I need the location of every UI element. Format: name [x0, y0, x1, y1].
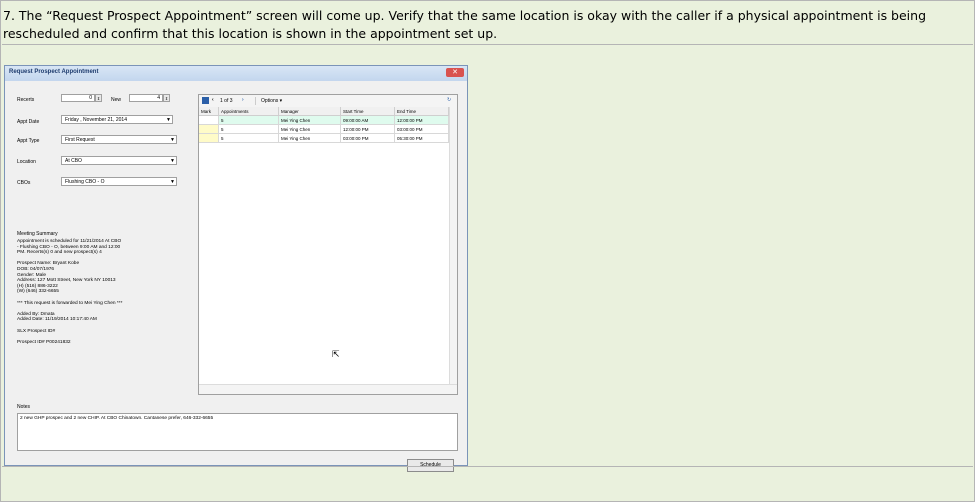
chevron-down-icon: ▼ [166, 117, 171, 123]
divider [2, 44, 973, 45]
meeting-summary-label: Meeting Summary [17, 231, 58, 237]
appt-type-label: Appt Type [17, 138, 40, 144]
chevron-down-icon: ▼ [170, 179, 175, 185]
table-cell[interactable]: 5 [219, 116, 279, 125]
cbos-select[interactable]: Flushing CBO - O ▼ [61, 177, 177, 186]
notes-textarea[interactable]: 2 new GHP prospec and 2 new CHIP. At CBO… [17, 413, 458, 451]
appt-date-label: Appt Date [17, 119, 40, 125]
window-client-area: Recerts 0 ⇕ New 4 ⇕ Appt Date Friday , N… [5, 81, 467, 472]
table-cell[interactable]: Mei Ying Chen [279, 116, 341, 125]
appointments-grid: ‹ 1 of 3 › Options ▾ ↻ Mark Appointments… [198, 94, 458, 395]
table-cell[interactable]: 03:00:00 PM [341, 134, 395, 143]
refresh-icon[interactable]: ↻ [447, 97, 451, 103]
instruction-line-2: rescheduled and confirm that this locati… [3, 26, 498, 41]
column-header-end-time[interactable]: End Time [395, 107, 449, 116]
table-cell[interactable]: 12:00:00 PM [341, 125, 395, 134]
close-button[interactable]: ✕ [446, 68, 464, 77]
row-mark-checkbox[interactable] [199, 125, 219, 134]
new-label: New [111, 97, 122, 103]
grid-toolbar: ‹ 1 of 3 › Options ▾ ↻ [199, 95, 457, 107]
chevron-down-icon: ▼ [170, 137, 175, 143]
table-cell[interactable]: 03:00:00 PM [395, 125, 449, 134]
table-cell[interactable]: 05:30:00 PM [395, 134, 449, 143]
table-cell[interactable]: 12:00:00 PM [395, 116, 449, 125]
table-cell[interactable]: Mei Ying Chen [279, 134, 341, 143]
instruction-line-1: 7. The “Request Prospect Appointment” sc… [3, 8, 927, 23]
summary-line: Prospect ID# P00241832 [17, 339, 71, 345]
request-prospect-appointment-window: Request Prospect Appointment ✕ Recerts 0… [4, 65, 468, 472]
grid-vertical-scrollbar[interactable] [449, 107, 457, 384]
toolbar-divider [255, 97, 256, 105]
options-menu[interactable]: Options ▾ [261, 98, 282, 104]
window-titlebar: Request Prospect Appointment ✕ [5, 66, 467, 81]
new-spinner[interactable]: ⇕ [163, 94, 170, 102]
appt-date-picker[interactable]: Friday , November 21, 2014 ▼ [61, 115, 173, 124]
divider [2, 466, 973, 467]
cbos-label: CBOs [17, 180, 31, 186]
notes-label: Notes [17, 404, 31, 410]
cbos-value: Flushing CBO - O [65, 179, 105, 185]
appt-date-value: Friday , November 21, 2014 [65, 117, 127, 123]
save-icon[interactable] [202, 97, 209, 104]
mouse-pointer-icon: ⇱ [332, 349, 340, 359]
table-cell[interactable]: 5 [219, 134, 279, 143]
pager-text: 1 of 3 [220, 98, 233, 104]
window-title: Request Prospect Appointment [9, 69, 99, 75]
appt-type-select[interactable]: First Request ▼ [61, 135, 177, 144]
recerts-label: Recerts [17, 97, 35, 103]
recerts-input[interactable]: 0 [61, 94, 95, 102]
chevron-right-icon[interactable]: › [242, 97, 244, 103]
new-input[interactable]: 4 [129, 94, 163, 102]
appt-type-value: First Request [65, 137, 95, 143]
location-label: Location [17, 159, 36, 165]
meeting-summary-text: Appointment is scheduled for 11/21/2014 … [17, 239, 179, 404]
column-header-appointments[interactable]: Appointments [219, 107, 279, 116]
row-mark-checkbox[interactable] [199, 116, 219, 125]
table-cell[interactable]: 09:00:00 AM [341, 116, 395, 125]
recerts-spinner[interactable]: ⇕ [95, 94, 102, 102]
table-cell[interactable]: Mei Ying Chen [279, 125, 341, 134]
grid-horizontal-scrollbar[interactable] [199, 384, 457, 394]
table-cell[interactable]: 5 [219, 125, 279, 134]
row-mark-checkbox[interactable] [199, 134, 219, 143]
column-header-start-time[interactable]: Start Time [341, 107, 395, 116]
location-select[interactable]: At CBO ▼ [61, 156, 177, 165]
location-value: At CBO [65, 158, 82, 164]
chevron-down-icon: ▼ [170, 158, 175, 164]
column-header-manager[interactable]: Manager [279, 107, 341, 116]
chevron-left-icon[interactable]: ‹ [212, 97, 214, 103]
column-header-mark[interactable]: Mark [199, 107, 219, 116]
